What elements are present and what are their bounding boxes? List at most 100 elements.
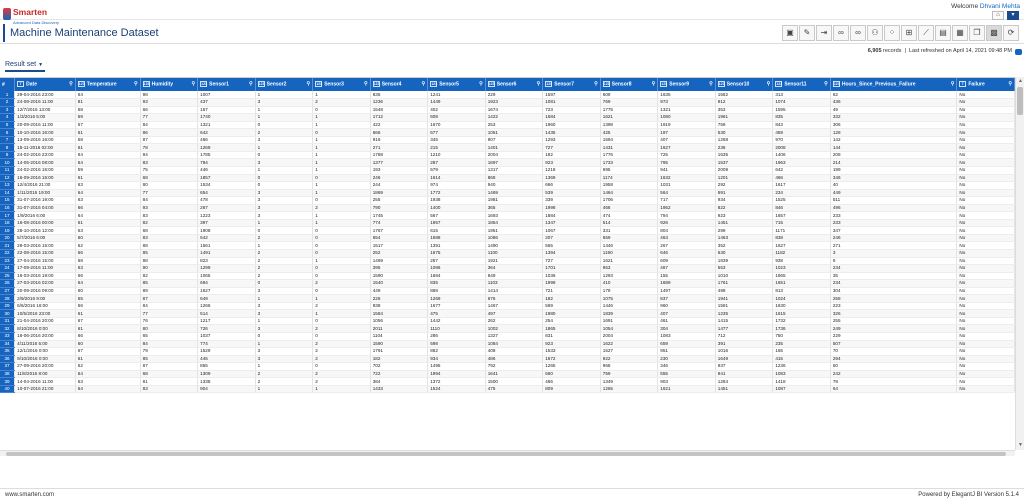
column-header-sensor3[interactable]: 123 Sensor3 ⚲ [312,78,371,91]
table-row[interactable]: 36 9/10/2016 0:00 61 85 445 3 2 182 934 486 1672 92… [0,355,1015,364]
table-row[interactable]: 15 31-07-2016 19:00 63 84 478 3 0 255 1938 1981 33… [0,196,1015,205]
table-row[interactable]: 2 24-08-2016 11:00 81 93 437 3 2 1236 1449 1923 10… [0,98,1015,107]
table-row[interactable]: 34 4/11/2016 5:00 60 84 774 1 2 1590 598 1084 923 1… [0,340,1015,349]
table-row[interactable]: 31 21-04-2016 20:00 67 76 1217 1 0 1056 1442 262 2… [0,317,1015,326]
table-row[interactable]: 38 11/8/2016 8:00 64 68 1309 2 2 722 1994 1641 560… [0,370,1015,379]
grid-view-button[interactable]: ▩ [986,25,1002,41]
scroll-down-icon[interactable]: ▼ [1017,442,1024,449]
unlink-button[interactable]: ∞ [850,25,866,41]
edit-button[interactable]: ✎ [799,25,815,41]
table-row[interactable]: 17 1/9/2016 6:00 64 83 1223 3 1 1745 567 1693 1884… [0,211,1015,220]
table-row[interactable]: 32 8/10/2016 0:00 61 80 726 3 2 2011 1110 1002 186… [0,324,1015,333]
calendar-button[interactable]: ▦ [952,25,968,41]
column-search-icon[interactable]: ⚲ [709,81,713,87]
user-name[interactable]: Dhvani Mehta [980,3,1020,10]
column-header-date[interactable]: T Date ⚲ [14,78,76,91]
table-row[interactable]: 7 13-09-2016 16:00 58 87 466 3 1 916 345 907 1293 1… [0,136,1015,145]
column-header-sensor1[interactable]: 123 Sensor1 ⚲ [197,78,256,91]
copy-button[interactable]: ❐ [969,25,985,41]
save-button[interactable]: ▣ [782,25,798,41]
table-row[interactable]: 14 1/11/2016 19:00 64 77 654 3 1 1869 1772 1469 53… [0,189,1015,198]
table-row[interactable]: 35 12/1/2016 0:00 67 79 1529 3 2 1791 862 408 1533… [0,347,1015,356]
scatter-button[interactable]: ⁘ [884,25,900,41]
table-row[interactable]: 33 16-06-2016 20:00 66 65 1037 0 0 1104 286 1327 8… [0,332,1015,341]
export-button[interactable]: ⇥ [816,25,832,41]
column-search-icon[interactable]: ⚲ [824,81,828,87]
table-row[interactable]: 29 6/6/2016 16:00 66 84 1266 3 2 938 1677 1467 569… [0,302,1015,311]
table-row[interactable]: 21 28-03-2016 15:00 62 88 1561 1 0 1517 1391 1490… [0,241,1015,250]
table-row[interactable]: 10 14-05-2016 08:00 64 83 794 3 1 1377 287 1697 92… [0,158,1015,167]
column-header-humidity[interactable]: 123 Humidity ⚲ [140,78,199,91]
chart-button[interactable]: ⟋ [918,25,934,41]
chat-icon[interactable] [1015,49,1022,55]
table-row[interactable]: 28 2/9/2016 9:00 65 87 649 1 1 226 1269 676 182 107… [0,294,1015,303]
pivot-button[interactable]: ⊞ [901,25,917,41]
column-header-failure[interactable]: T Failure ⚲ [956,78,1015,91]
column-header-temperature[interactable]: 123 Temperature ⚲ [75,78,141,91]
table-cell: 234 [772,189,831,198]
table-row[interactable]: 39 14-04-2016 11:00 63 81 1338 2 2 384 1372 1500 4… [0,377,1015,386]
settings-button[interactable]: ⟳ [1003,25,1019,41]
table-row[interactable]: 5 20-09-2016 11:00 57 84 1321 0 1 422 1670 253 196… [0,121,1015,130]
home-button[interactable]: ⌂ [992,11,1004,20]
column-header-sensor11[interactable]: 123 Sensor11 ⚲ [772,78,831,91]
table-row[interactable]: 24 17-09-2016 11:00 63 90 1299 2 0 395 1086 364 17… [0,264,1015,273]
table-row[interactable]: 23 27-04-2016 15:00 68 88 823 2 1 1469 267 1921 72… [0,257,1015,266]
column-header-sensor10[interactable]: 123 Sensor10 ⚲ [715,78,774,91]
column-header-sensor2[interactable]: 123 Sensor2 ⚲ [255,78,314,91]
table-row[interactable]: 6 10-10-2016 16:00 61 86 642 2 0 666 677 1051 1435… [0,128,1015,137]
table-row[interactable]: 16 31-07-2016 04:00 66 93 267 3 2 790 1400 365 199… [0,204,1015,213]
table-row[interactable]: 27 20-09-2016 09:00 60 89 1627 3 0 449 868 1414 72… [0,287,1015,296]
column-header-sensor8[interactable]: 123 Sensor8 ⚲ [600,78,659,91]
table-row[interactable]: 19 28-10-2016 12:00 63 68 1908 0 0 1767 615 1951 1… [0,226,1015,235]
column-search-icon[interactable]: ⚲ [652,81,656,87]
table-row[interactable]: 25 16-03-2016 19:00 66 82 1065 2 0 1590 1684 849 1… [0,272,1015,281]
table-row[interactable]: 3 12/7/2016 13:00 68 66 167 1 0 1548 402 1674 723 1… [0,106,1015,115]
table-row[interactable]: 13 12/4/2016 21:00 63 80 1534 0 1 244 974 940 666 1… [0,181,1015,190]
table-row[interactable]: 26 27-03-2016 02:00 64 85 694 0 2 1540 835 1103 19… [0,279,1015,288]
table-row[interactable]: 8 15-11-2016 02:00 61 78 1269 1 1 271 215 1401 727… [0,143,1015,152]
column-search-icon[interactable]: ⚲ [422,81,426,87]
scroll-up-icon[interactable]: ▲ [1017,78,1024,85]
table-row[interactable]: 30 10/5/2016 23:00 61 77 514 3 1 1584 475 497 1980… [0,309,1015,318]
column-search-icon[interactable]: ⚲ [951,81,955,87]
table-row[interactable]: 20 5/7/2016 6:00 60 83 542 2 0 654 1688 1086 207 65… [0,234,1015,243]
footer-link[interactable]: www.smarten.com [5,492,54,498]
column-search-icon[interactable]: ⚲ [69,81,73,87]
table-row[interactable]: 4 1/3/2016 5:00 59 77 1740 1 1 1712 608 1422 1684 1… [0,113,1015,122]
table-row[interactable]: 37 27-09-2016 20:00 62 87 855 1 0 702 1495 792 126… [0,362,1015,371]
column-search-icon[interactable]: ⚲ [594,81,598,87]
column-search-icon[interactable]: ⚲ [537,81,541,87]
table-button[interactable]: ▤ [935,25,951,41]
column-search-icon[interactable]: ⚲ [479,81,483,87]
table-row[interactable]: 1 29-04-2016 23:00 64 98 1007 1 1 835 1241 229 159… [0,91,1015,100]
column-search-icon[interactable]: ⚲ [1008,81,1012,87]
column-search-icon[interactable]: ⚲ [307,81,311,87]
result-set-dropdown[interactable]: Result set ▼ [5,61,46,72]
table-row[interactable]: 22 22-08-2016 15:00 66 85 1491 2 0 252 1675 1100 1… [0,249,1015,258]
column-search-icon[interactable]: ⚲ [134,81,138,87]
column-header-sensor9[interactable]: 123 Sensor9 ⚲ [657,78,716,91]
table-row[interactable]: 40 10-07-2016 21:00 64 83 904 1 1 1433 1524 475 80… [0,385,1015,394]
table-row[interactable]: 12 16-09-2016 15:00 61 68 1857 0 0 246 1614 868 13… [0,174,1015,183]
horizontal-scroll-thumb[interactable] [6,452,1006,456]
menu-dropdown-button[interactable]: ▾ [1007,11,1019,20]
table-row[interactable]: 11 24-02-2016 16:00 59 75 446 1 1 193 579 1317 121… [0,166,1015,175]
column-search-icon[interactable]: ⚲ [364,81,368,87]
link-button[interactable]: ∞ [833,25,849,41]
column-header-hours-since-previous-failure[interactable]: 123 Hours_Since_Previous_Failure ⚲ [830,78,958,91]
column-search-icon[interactable]: ⚲ [249,81,253,87]
horizontal-scrollbar[interactable] [0,450,1015,456]
column-header-sensor6[interactable]: 123 Sensor6 ⚲ [485,78,544,91]
vertical-scroll-thumb[interactable] [1017,87,1023,115]
share-button[interactable]: ⚇ [867,25,883,41]
table-row[interactable]: 18 16-08-2016 00:00 61 82 397 1 1 774 1957 1854 13… [0,219,1015,228]
vertical-scrollbar[interactable]: ▲ ▼ [1015,77,1024,450]
table-row[interactable]: 9 24-02-2016 23:00 64 94 1785 0 1 1788 1210 2004 1… [0,151,1015,160]
column-header-sensor7[interactable]: 123 Sensor7 ⚲ [542,78,601,91]
column-header-index[interactable]: # [0,78,16,91]
column-search-icon[interactable]: ⚲ [191,81,195,87]
column-header-sensor5[interactable]: 123 Sensor5 ⚲ [427,78,486,91]
column-header-sensor4[interactable]: 123 Sensor4 ⚲ [370,78,429,91]
column-search-icon[interactable]: ⚲ [767,81,771,87]
